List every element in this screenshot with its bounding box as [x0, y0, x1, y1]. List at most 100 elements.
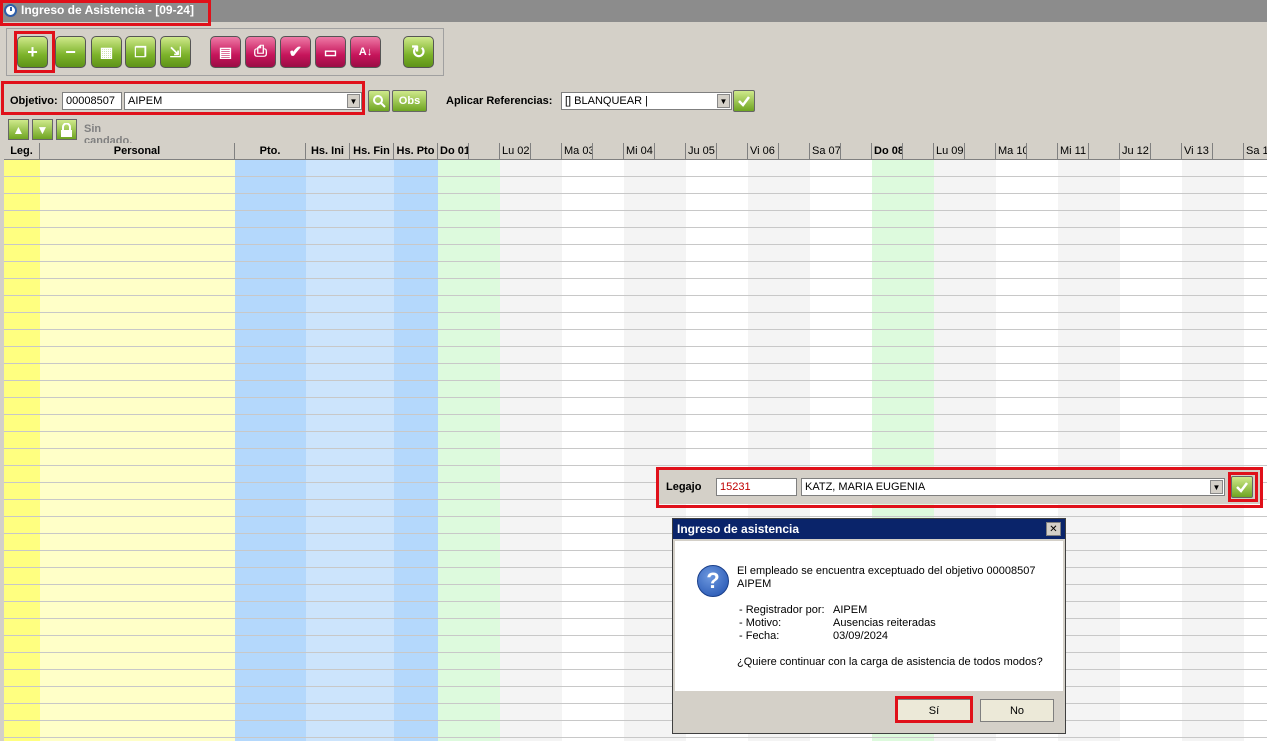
header-ju05-sub [717, 143, 748, 160]
grid-rows [4, 160, 1267, 741]
window-title-text: Ingreso de Asistencia - [09-24] [21, 3, 194, 17]
refresh-icon: ↻ [410, 41, 427, 62]
chevron-down-icon[interactable]: ▼ [717, 94, 730, 108]
header-hs-fin[interactable]: Hs. Fin [350, 143, 394, 160]
yes-button[interactable]: Sí [897, 699, 971, 722]
attendance-grid[interactable]: Leg. Personal Pto. Hs. Ini Hs. Fin Hs. P… [4, 143, 1267, 741]
registrador-label: - Registrador por: [739, 604, 825, 616]
header-mi11[interactable]: Mi 11 [1058, 143, 1089, 160]
clipboard-icon: ▤ [218, 43, 233, 60]
referencias-select[interactable]: [] BLANQUEAR | ▼ [561, 92, 732, 110]
arrow-down-icon: ▼ [36, 122, 49, 137]
toolbar: + − ▦ ❐ ⇲ ▤ ⎙ ✔ ▭ A↓ ↻ [6, 28, 444, 76]
chevron-down-icon[interactable]: ▼ [347, 94, 360, 108]
import-icon: ⇲ [169, 43, 182, 60]
header-mi04-sub [655, 143, 686, 160]
registrador-value: AIPEM [833, 604, 868, 616]
question-icon: ? [697, 565, 729, 597]
obs-button[interactable]: Obs [392, 90, 427, 112]
objetivo-name-select[interactable]: AIPEM ▼ [124, 92, 362, 110]
objetivo-row: Objetivo: 00008507 AIPEM ▼ Obs Aplicar R… [0, 86, 1267, 116]
header-lu02-sub [531, 143, 562, 160]
clock-icon [4, 3, 17, 17]
header-vi06[interactable]: Vi 06 [748, 143, 779, 160]
header-vi06-sub [779, 143, 810, 160]
header-ju12[interactable]: Ju 12 [1120, 143, 1151, 160]
dialog-message-line2: AIPEM [737, 578, 772, 590]
copy-button[interactable]: ❐ [125, 36, 156, 68]
header-ma10[interactable]: Ma 10 [996, 143, 1027, 160]
employee-select[interactable]: KATZ, MARIA EUGENIA ▼ [801, 478, 1225, 496]
close-icon[interactable]: ✕ [1046, 522, 1061, 536]
remove-button[interactable]: − [55, 36, 86, 68]
header-sa14[interactable]: Sa 1 [1244, 143, 1267, 160]
header-vi13[interactable]: Vi 13 [1182, 143, 1213, 160]
no-button[interactable]: No [980, 699, 1054, 722]
tv-icon: ▭ [323, 43, 338, 60]
sort-az-icon: A↓ [358, 46, 373, 58]
arrow-up-icon: ▲ [12, 122, 25, 137]
legajo-bar: Legajo 15231 KATZ, MARIA EUGENIA ▼ [658, 470, 1262, 504]
import-button[interactable]: ⇲ [160, 36, 191, 68]
fecha-value: 03/09/2024 [833, 630, 889, 642]
title-bar: Ingreso de Asistencia - [09-24] [0, 0, 1267, 22]
header-lu09[interactable]: Lu 09 [934, 143, 965, 160]
legajo-label: Legajo [666, 481, 702, 493]
report-button[interactable]: ▤ [210, 36, 241, 68]
dialog-message-line1: El empleado se encuentra exceptuado del … [737, 565, 1036, 577]
printer-icon: ⎙ [254, 43, 267, 60]
move-down-button[interactable]: ▼ [32, 119, 53, 140]
header-sa07[interactable]: Sa 07 [810, 143, 841, 160]
print-button[interactable]: ⎙ [245, 36, 276, 68]
header-do01-sub [469, 143, 500, 160]
sort-button[interactable]: A↓ [350, 36, 381, 68]
header-ma10-sub [1027, 143, 1058, 160]
header-mi04[interactable]: Mi 04 [624, 143, 655, 160]
referencias-value: [] BLANQUEAR | [565, 95, 648, 107]
check-icon: ✔ [288, 44, 303, 61]
header-ma03-sub [593, 143, 624, 160]
calculator-button[interactable]: ▦ [91, 36, 122, 68]
apply-referencias-button[interactable] [733, 90, 755, 112]
confirm-legajo-button[interactable] [1231, 476, 1253, 498]
header-pto[interactable]: Pto. [235, 143, 306, 160]
header-hs-pto[interactable]: Hs. Pto [394, 143, 438, 160]
motivo-value: Ausencias reiteradas [833, 617, 936, 629]
check-icon [738, 96, 750, 107]
refresh-button[interactable]: ↻ [403, 36, 434, 68]
objetivo-name-value: AIPEM [128, 95, 163, 107]
header-do01[interactable]: Do 01 [438, 143, 469, 160]
motivo-label: - Motivo: [739, 617, 782, 629]
move-up-button[interactable]: ▲ [8, 119, 29, 140]
header-do08-sub [903, 143, 934, 160]
legajo-number-field[interactable]: 15231 [716, 478, 797, 496]
header-do08[interactable]: Do 08 [872, 143, 903, 160]
header-lu02[interactable]: Lu 02 [500, 143, 531, 160]
header-leg[interactable]: Leg. [4, 143, 40, 160]
check-button[interactable]: ✔ [280, 36, 311, 68]
search-icon [373, 95, 386, 108]
chevron-down-icon[interactable]: ▼ [1210, 480, 1223, 494]
objetivo-label: Objetivo: [10, 95, 58, 107]
dialog-title-bar: Ingreso de asistencia ✕ [673, 519, 1065, 539]
header-mi11-sub [1089, 143, 1120, 160]
header-sa07-sub [841, 143, 872, 160]
lock-button[interactable] [56, 119, 77, 140]
check-icon [1236, 482, 1248, 493]
header-personal[interactable]: Personal [40, 143, 235, 160]
header-ju05[interactable]: Ju 05 [686, 143, 717, 160]
tv-button[interactable]: ▭ [315, 36, 346, 68]
header-ju12-sub [1151, 143, 1182, 160]
add-button[interactable]: + [17, 36, 48, 68]
header-hs-ini[interactable]: Hs. Ini [306, 143, 350, 160]
fecha-label: - Fecha: [739, 630, 780, 642]
header-vi13-sub [1213, 143, 1244, 160]
objetivo-code-field[interactable]: 00008507 [62, 92, 122, 110]
lock-icon [61, 122, 72, 137]
search-button[interactable] [368, 90, 390, 112]
dialog-question: ¿Quiere continuar con la carga de asiste… [737, 656, 1043, 668]
employee-name: KATZ, MARIA EUGENIA [805, 481, 926, 493]
minus-icon: − [65, 41, 76, 62]
header-ma03[interactable]: Ma 03 [562, 143, 593, 160]
copy-icon: ❐ [134, 43, 147, 60]
